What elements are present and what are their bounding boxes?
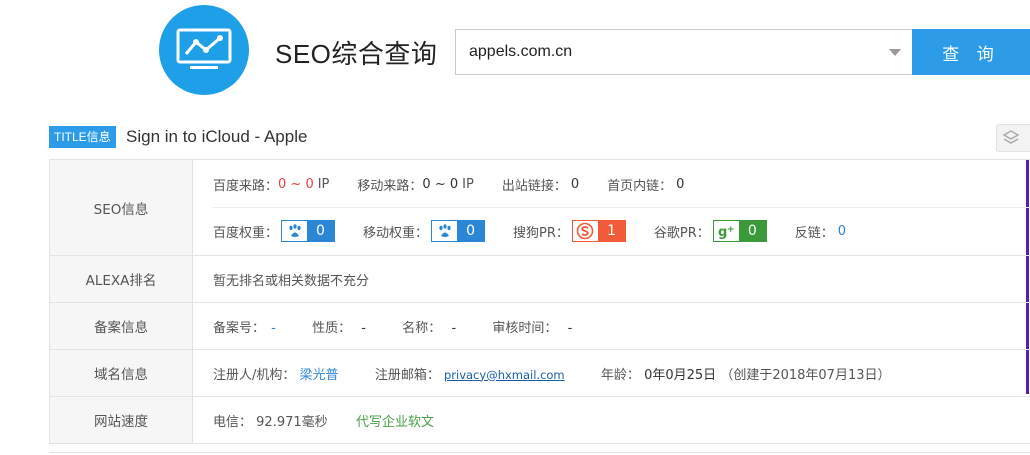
label: 名称： — [402, 320, 442, 336]
alexa-text: 暂无排名或相关数据不充分 — [213, 273, 370, 289]
unit: IP — [317, 176, 330, 192]
bottom-divider — [49, 452, 1030, 453]
alexa-row: ALEXA排名 暂无排名或相关数据不充分 — [49, 255, 1030, 303]
registrant-email-link[interactable]: privacy@hxmail.com — [444, 368, 565, 382]
speed-row: 网站速度 电信： 92.971毫秒 代写企业软文 — [49, 396, 1030, 444]
label: 百度来路： — [213, 178, 279, 194]
title-badge: TITLE信息 — [49, 126, 116, 148]
sogou-pr-value: 1 — [597, 221, 625, 241]
baidu-weight-value: 0 — [307, 221, 335, 241]
row-content: 百度来路： 0 ~ 0 IP 移动来路： 0 ~ 0 IP 出站链接： 0 首页… — [192, 159, 1030, 256]
row-head: 网站速度 — [49, 396, 193, 444]
label: 搜狗PR： — [513, 225, 569, 241]
backlink-value[interactable]: 0 — [838, 224, 846, 239]
domain-age-value: 0年0月25日 — [644, 367, 717, 383]
row-content: 暂无排名或相关数据不充分 — [192, 255, 1030, 303]
row-content: 电信： 92.971毫秒 代写企业软文 — [192, 396, 1030, 444]
baidu-paw-icon — [432, 221, 458, 241]
svg-text:g: g — [718, 225, 727, 239]
label: 注册人/机构： — [213, 367, 296, 383]
domain-search-input[interactable] — [456, 30, 889, 74]
icp-number-value[interactable]: - — [271, 321, 276, 336]
label: 移动来路： — [357, 178, 423, 194]
monitor-chart-icon — [176, 28, 232, 69]
domain-row: 域名信息 注册人/机构： 梁光普 注册邮箱： privacy@hxmail.co… — [49, 349, 1030, 397]
label: 反链： — [794, 225, 834, 241]
layers-icon — [1002, 130, 1020, 144]
row-head: ALEXA排名 — [49, 255, 193, 303]
sogou-pr-badge[interactable]: 1 — [571, 220, 626, 242]
query-button[interactable]: 查 询 — [912, 29, 1030, 75]
row-head: 域名信息 — [49, 349, 193, 397]
icp-nature-value: - — [361, 320, 366, 336]
icp-audit-value: - — [567, 320, 573, 336]
label: 注册邮箱： — [374, 367, 440, 383]
label: 电信： — [213, 414, 253, 430]
baidu-paw-icon — [282, 221, 308, 241]
registrant-link[interactable]: 梁光普 — [300, 368, 339, 383]
unit: IP — [462, 176, 474, 192]
side-tool-button[interactable] — [996, 124, 1030, 152]
telecom-speed-value: 92.971毫秒 — [256, 414, 328, 430]
outbound-value[interactable]: 0 — [571, 177, 579, 192]
baidu-weight-badge[interactable]: 0 — [281, 220, 336, 242]
domain-created-date: （创建于2018年07月13日） — [720, 367, 891, 383]
label: 审核时间： — [492, 320, 558, 336]
row-head: SEO信息 — [49, 159, 193, 256]
sogou-s-icon — [572, 221, 598, 241]
row-content: 注册人/机构： 梁光普 注册邮箱： privacy@hxmail.com 年龄：… — [192, 349, 1030, 397]
seo-row: SEO信息 百度来路： 0 ~ 0 IP 移动来路： 0 ~ 0 IP 出站链接… — [49, 159, 1030, 256]
label: 移动权重： — [363, 225, 429, 241]
icp-name-value: - — [451, 320, 457, 336]
mobile-weight-badge[interactable]: 0 — [431, 220, 486, 242]
google-pr-value: 0 — [738, 221, 766, 241]
dropdown-arrow-icon[interactable] — [889, 49, 901, 56]
mobile-source-value[interactable]: 0 ~ 0 — [422, 177, 458, 192]
baidu-source-value[interactable]: 0 ~ 0 — [278, 177, 314, 192]
label: 出站链接： — [501, 178, 567, 194]
home-inner-value[interactable]: 0 — [676, 177, 684, 192]
brand-title: SEO综合查询 — [275, 39, 438, 69]
google-plus-icon: g + — [713, 221, 739, 241]
page-title-text: Sign in to iCloud - Apple — [126, 127, 308, 146]
label: 备案号： — [213, 320, 266, 336]
svg-text:+: + — [727, 225, 735, 235]
label: 谷歌PR： — [653, 225, 710, 241]
label: 年龄： — [600, 367, 640, 383]
site-logo[interactable] — [159, 5, 249, 95]
row-content: 备案号： - 性质： - 名称： - 审核时间： - — [192, 302, 1030, 350]
label: 百度权重： — [213, 225, 279, 241]
mobile-weight-value: 0 — [457, 221, 485, 241]
label: 性质： — [312, 320, 352, 336]
icp-row: 备案信息 备案号： - 性质： - 名称： - 审核时间： - — [49, 302, 1030, 350]
row-head: 备案信息 — [49, 302, 193, 350]
google-pr-badge[interactable]: g + 0 — [712, 220, 767, 242]
search-box — [455, 29, 912, 75]
label: 首页内链： — [607, 178, 673, 194]
seo-info-table: SEO信息 百度来路： 0 ~ 0 IP 移动来路： 0 ~ 0 IP 出站链接… — [49, 159, 1030, 444]
ad-link[interactable]: 代写企业软文 — [356, 415, 434, 430]
